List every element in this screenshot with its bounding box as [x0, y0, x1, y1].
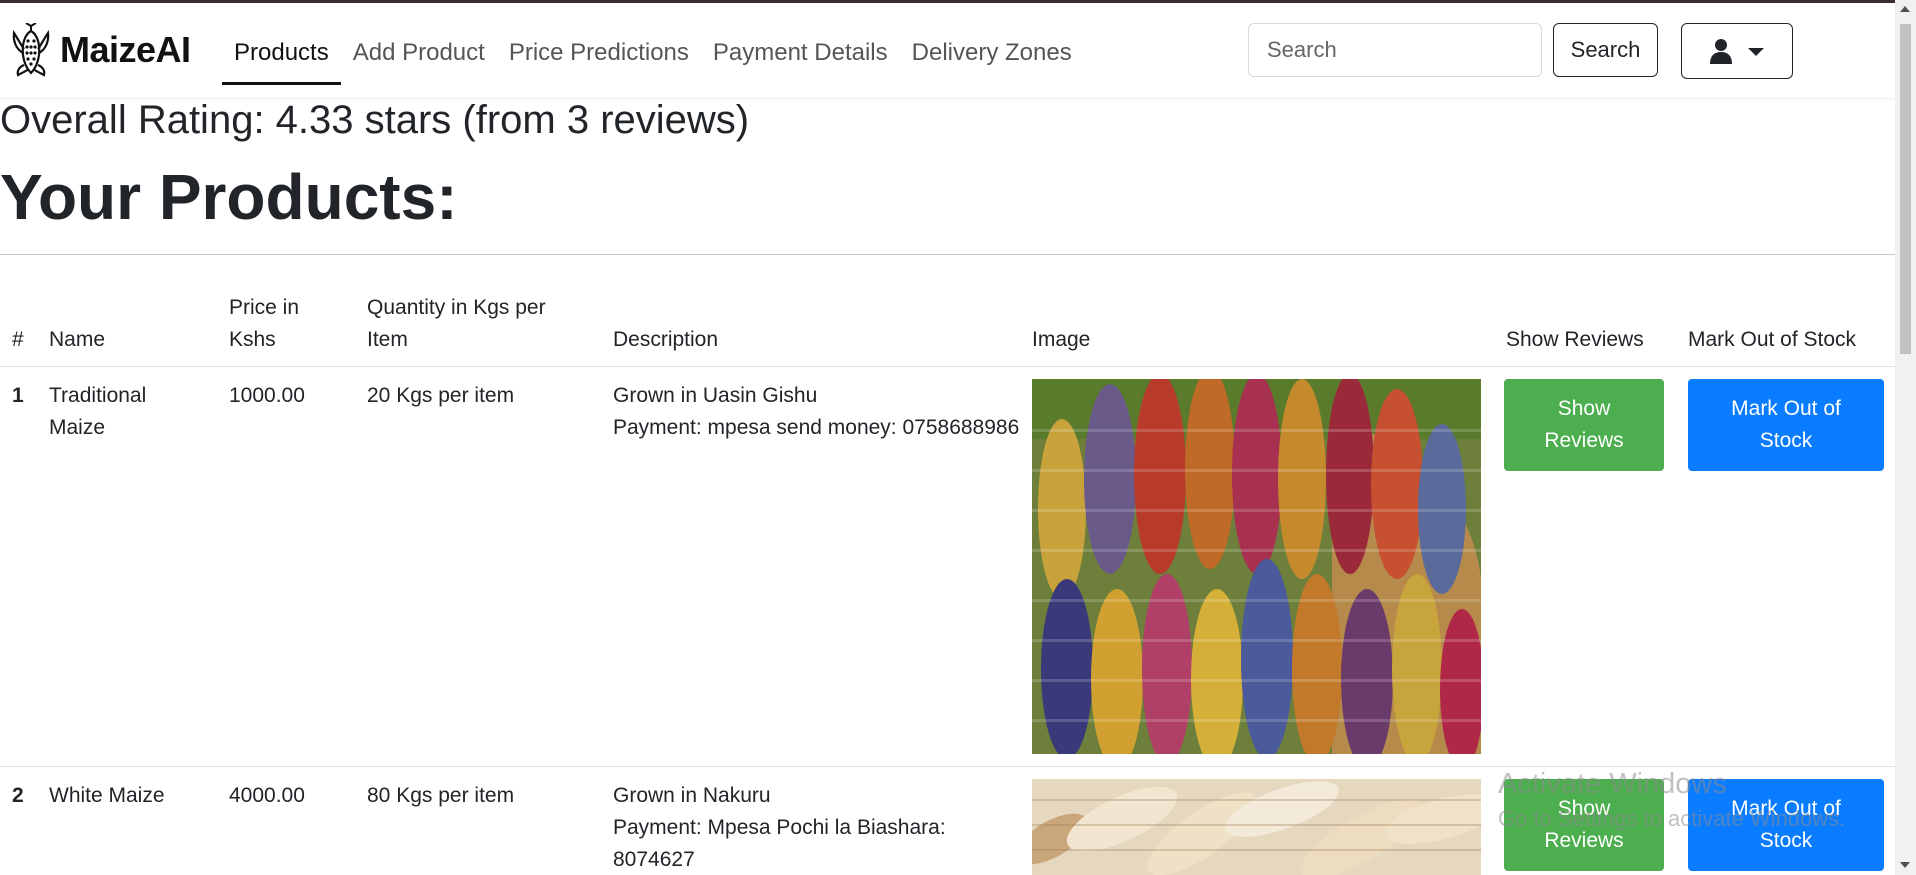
- row-divider: [0, 766, 1895, 767]
- nav-delivery-zones[interactable]: Delivery Zones: [900, 31, 1084, 85]
- col-header-quantity-line1: Quantity in Kgs per: [367, 296, 546, 319]
- product-name: White Maize: [49, 780, 165, 812]
- nav-price-predictions[interactable]: Price Predictions: [497, 31, 701, 85]
- show-reviews-label-line2: Reviews: [1544, 429, 1624, 452]
- maize-logo-icon: [12, 23, 50, 77]
- search-input[interactable]: [1248, 23, 1542, 77]
- product-description: Grown in Uasin Gishu Payment: mpesa send…: [613, 380, 1019, 444]
- row-index: 1: [12, 384, 24, 407]
- product-description: Grown in Nakuru Payment: Mpesa Pochi la …: [613, 780, 946, 875]
- col-header-name: Name: [49, 328, 106, 351]
- product-quantity: 20 Kgs per item: [367, 384, 515, 407]
- row-index: 2: [12, 784, 24, 807]
- col-header-show-reviews: Show Reviews: [1506, 328, 1644, 351]
- brand[interactable]: MaizeAI: [10, 23, 191, 77]
- show-reviews-label-line1: Show: [1557, 397, 1611, 420]
- white-maize-photo: [1032, 779, 1481, 875]
- chevron-down-icon: [1748, 48, 1764, 56]
- mark-out-label-line2: Stock: [1759, 429, 1813, 452]
- product-price: 1000.00: [229, 384, 305, 407]
- table-header-divider: [0, 366, 1895, 367]
- page-title: Your Products:: [0, 161, 458, 233]
- description-line2: Payment: Mpesa Pochi la Biashara:: [613, 816, 946, 839]
- nav-add-product[interactable]: Add Product: [341, 31, 497, 85]
- nav-products[interactable]: Products: [222, 31, 341, 85]
- col-header-image: Image: [1032, 328, 1091, 351]
- product-name: Traditional Maize: [49, 380, 146, 444]
- product-image: [1032, 779, 1481, 875]
- main-nav: Products Add Product Price Predictions P…: [222, 31, 1084, 85]
- show-reviews-button[interactable]: Show Reviews: [1504, 379, 1664, 471]
- activate-windows-hint: Go to Settings to activate Windows.: [1498, 806, 1846, 831]
- description-line1: Grown in Uasin Gishu: [613, 384, 818, 407]
- product-quantity: 80 Kgs per item: [367, 784, 515, 807]
- mark-out-label-line1: Mark Out of: [1731, 397, 1841, 420]
- scroll-down-arrow-icon[interactable]: [1900, 862, 1910, 868]
- user-icon: [1710, 39, 1732, 64]
- col-header-quantity-line2: Item: [367, 328, 408, 351]
- user-menu-dropdown[interactable]: [1681, 23, 1793, 79]
- product-name-line1: Traditional: [49, 384, 147, 407]
- search-button[interactable]: Search: [1553, 23, 1658, 77]
- scrollbar-thumb[interactable]: [1900, 24, 1911, 354]
- col-header-mark-out-of-stock: Mark Out of Stock: [1688, 328, 1857, 351]
- multicolor-maize-photo: [1032, 379, 1481, 754]
- description-line1: Grown in Nakuru: [613, 784, 771, 807]
- col-header-description: Description: [613, 328, 719, 351]
- activate-windows-watermark: Activate Windows: [1498, 768, 1727, 800]
- description-line3: 8074627: [613, 848, 695, 871]
- product-name-line2: Maize: [49, 416, 106, 439]
- col-header-price: Price in Kshs: [229, 292, 299, 356]
- col-header-quantity: Quantity in Kgs per Item: [367, 292, 546, 356]
- product-price: 4000.00: [229, 784, 305, 807]
- product-image: [1032, 379, 1481, 754]
- navbar: MaizeAI Products Add Product Price Predi…: [0, 3, 1895, 97]
- nav-payment-details[interactable]: Payment Details: [701, 31, 900, 85]
- col-header-price-line1: Price in: [229, 296, 300, 319]
- brand-name: MaizeAI: [60, 29, 191, 70]
- col-header-index: #: [12, 328, 24, 351]
- overall-rating: Overall Rating: 4.33 stars (from 3 revie…: [0, 98, 750, 142]
- col-header-price-line2: Kshs: [229, 328, 276, 351]
- description-line2: Payment: mpesa send money: 0758688986: [613, 416, 1020, 439]
- product-name-line1: White Maize: [49, 784, 165, 807]
- scroll-up-arrow-icon[interactable]: [1900, 6, 1910, 12]
- mark-out-of-stock-button[interactable]: Mark Out of Stock: [1688, 379, 1884, 471]
- divider: [0, 254, 1895, 255]
